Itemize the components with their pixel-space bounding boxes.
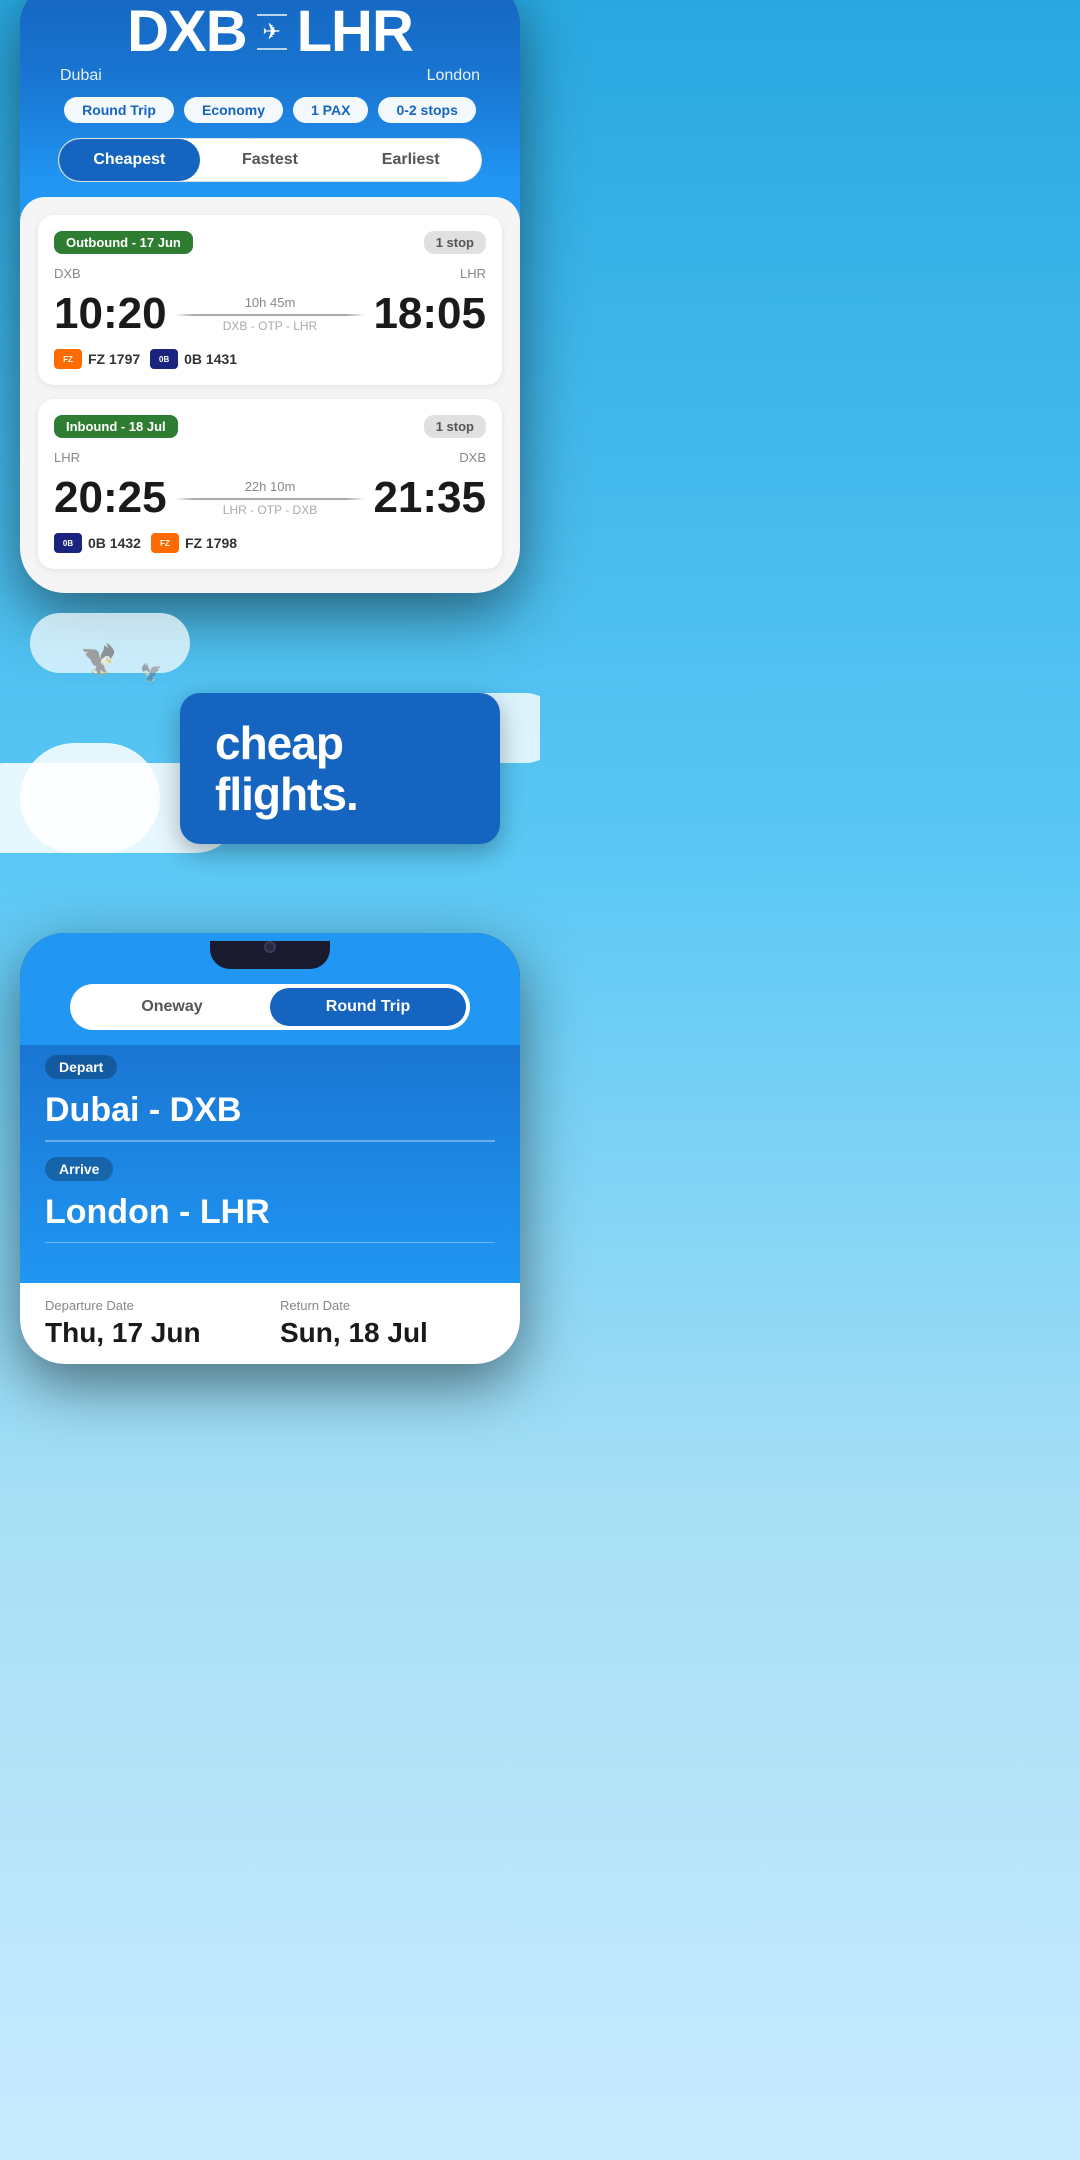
tab-fastest[interactable]: Fastest — [200, 139, 341, 181]
search-form: Depart Dubai - DXB Arrive London - LHR — [20, 1045, 520, 1283]
inbound-route: LHR - OTP - DXB — [223, 503, 317, 517]
filter-pills: Round Trip Economy 1 PAX 0-2 stops — [40, 85, 500, 138]
dest-code: LHR — [297, 0, 413, 65]
inbound-times: 20:25 22h 10m LHR - OTP - DXB 21:35 — [54, 473, 486, 523]
outbound-label: Outbound - 17 Jun — [54, 231, 193, 254]
duration-line — [175, 314, 366, 316]
inbound-origin: LHR — [54, 450, 80, 465]
origin-city: Dubai — [60, 67, 102, 85]
departure-date-value: Thu, 17 Jun — [45, 1317, 260, 1349]
inbound-airlines: 0B 0B 1432 FZ FZ 1798 — [54, 533, 486, 553]
cheap-flights-text: cheap flights. — [215, 718, 465, 819]
toggle-round-trip[interactable]: Round Trip — [270, 988, 466, 1026]
flydubai-logo-2: FZ — [151, 533, 179, 553]
arrive-value[interactable]: London - LHR — [45, 1189, 495, 1242]
inbound-label: Inbound - 18 Jul — [54, 415, 178, 438]
outbound-card[interactable]: Outbound - 17 Jun 1 stop DXB LHR 10:20 1… — [38, 215, 502, 385]
airport-cities: Dubai London — [40, 67, 500, 85]
flights-area: Outbound - 17 Jun 1 stop DXB LHR 10:20 1… — [20, 197, 520, 593]
phone2-screen: Oneway Round Trip Depart Dubai - DXB Arr… — [20, 933, 520, 1364]
outbound-airline-2: 0B 0B 1431 — [150, 349, 237, 369]
outbound-header: Outbound - 17 Jun 1 stop — [54, 231, 486, 254]
sort-tabs: Cheapest Fastest Earliest — [58, 138, 482, 182]
outbound-flight-1: FZ 1797 — [88, 351, 140, 367]
outbound-duration: 10h 45m — [245, 295, 296, 310]
outbound-duration-section: 10h 45m DXB - OTP - LHR — [167, 295, 374, 333]
trip-type-toggle: Oneway Round Trip — [70, 984, 470, 1030]
form-divider-1 — [45, 1140, 495, 1142]
outbound-depart: 10:20 — [54, 289, 167, 339]
return-date-label: Return Date — [280, 1298, 495, 1313]
inbound-arrive: 21:35 — [373, 473, 486, 523]
plane-icon: ✈ — [257, 14, 287, 50]
origin-code: DXB — [127, 0, 246, 65]
flight-header: DXB ✈ LHR Dubai London Round Trip Econom… — [20, 0, 520, 182]
inbound-flight-1: 0B 1432 — [88, 535, 141, 551]
inbound-card[interactable]: Inbound - 18 Jul 1 stop LHR DXB 20:25 22… — [38, 399, 502, 569]
outbound-times: 10:20 10h 45m DXB - OTP - LHR 18:05 — [54, 289, 486, 339]
inbound-airline-2: FZ FZ 1798 — [151, 533, 237, 553]
bird-2: 🦅 — [140, 663, 162, 684]
return-date-col[interactable]: Return Date Sun, 18 Jul — [280, 1298, 495, 1349]
outbound-airports: DXB LHR — [54, 266, 486, 281]
depart-label: Depart — [45, 1055, 117, 1079]
airports-row: DXB ✈ LHR — [40, 0, 500, 65]
outbound-airline-1: FZ FZ 1797 — [54, 349, 140, 369]
outbound-airlines: FZ FZ 1797 0B 0B 1431 — [54, 349, 486, 369]
tab-cheapest[interactable]: Cheapest — [59, 139, 200, 181]
inbound-dest: DXB — [459, 450, 486, 465]
toggle-oneway[interactable]: Oneway — [74, 988, 270, 1026]
tab-earliest[interactable]: Earliest — [340, 139, 481, 181]
inbound-flight-2: FZ 1798 — [185, 535, 237, 551]
pill-stops[interactable]: 0-2 stops — [378, 97, 475, 123]
return-date-value: Sun, 18 Jul — [280, 1317, 495, 1349]
notch-camera — [264, 941, 276, 953]
inbound-stops: 1 stop — [424, 415, 486, 438]
form-divider-2 — [45, 1242, 495, 1244]
blueair-logo-1: 0B — [150, 349, 178, 369]
departure-date-label: Departure Date — [45, 1298, 260, 1313]
inbound-duration: 22h 10m — [245, 479, 296, 494]
departure-date-col[interactable]: Departure Date Thu, 17 Jun — [45, 1298, 260, 1349]
outbound-dest: LHR — [460, 266, 486, 281]
bird-1: 🦅 — [80, 643, 117, 678]
cloud-left-bump — [20, 743, 160, 853]
phone1-screen: DXB ✈ LHR Dubai London Round Trip Econom… — [20, 0, 520, 593]
dest-city: London — [427, 67, 480, 85]
dates-row: Departure Date Thu, 17 Jun Return Date S… — [20, 1283, 520, 1364]
pill-cabin[interactable]: Economy — [184, 97, 283, 123]
pill-pax[interactable]: 1 PAX — [293, 97, 368, 123]
outbound-arrive: 18:05 — [373, 289, 486, 339]
phone1-device: DXB ✈ LHR Dubai London Round Trip Econom… — [20, 0, 520, 593]
outbound-flight-2: 0B 1431 — [184, 351, 237, 367]
inbound-duration-section: 22h 10m LHR - OTP - DXB — [167, 479, 374, 517]
depart-value[interactable]: Dubai - DXB — [45, 1087, 495, 1140]
middle-section: cheap flights. 🦅 🦅 — [0, 593, 540, 913]
inbound-duration-line — [175, 498, 366, 500]
inbound-header: Inbound - 18 Jul 1 stop — [54, 415, 486, 438]
phone2-device: Oneway Round Trip Depart Dubai - DXB Arr… — [20, 933, 520, 1364]
phone-notch — [210, 941, 330, 969]
arrive-label: Arrive — [45, 1157, 113, 1181]
outbound-stops: 1 stop — [424, 231, 486, 254]
pill-trip-type[interactable]: Round Trip — [64, 97, 174, 123]
blueair-logo-2: 0B — [54, 533, 82, 553]
inbound-airline-1: 0B 0B 1432 — [54, 533, 141, 553]
outbound-origin: DXB — [54, 266, 81, 281]
flydubai-logo-1: FZ — [54, 349, 82, 369]
cheap-flights-banner: cheap flights. — [180, 693, 500, 844]
inbound-airports: LHR DXB — [54, 450, 486, 465]
outbound-route: DXB - OTP - LHR — [223, 319, 317, 333]
inbound-depart: 20:25 — [54, 473, 167, 523]
